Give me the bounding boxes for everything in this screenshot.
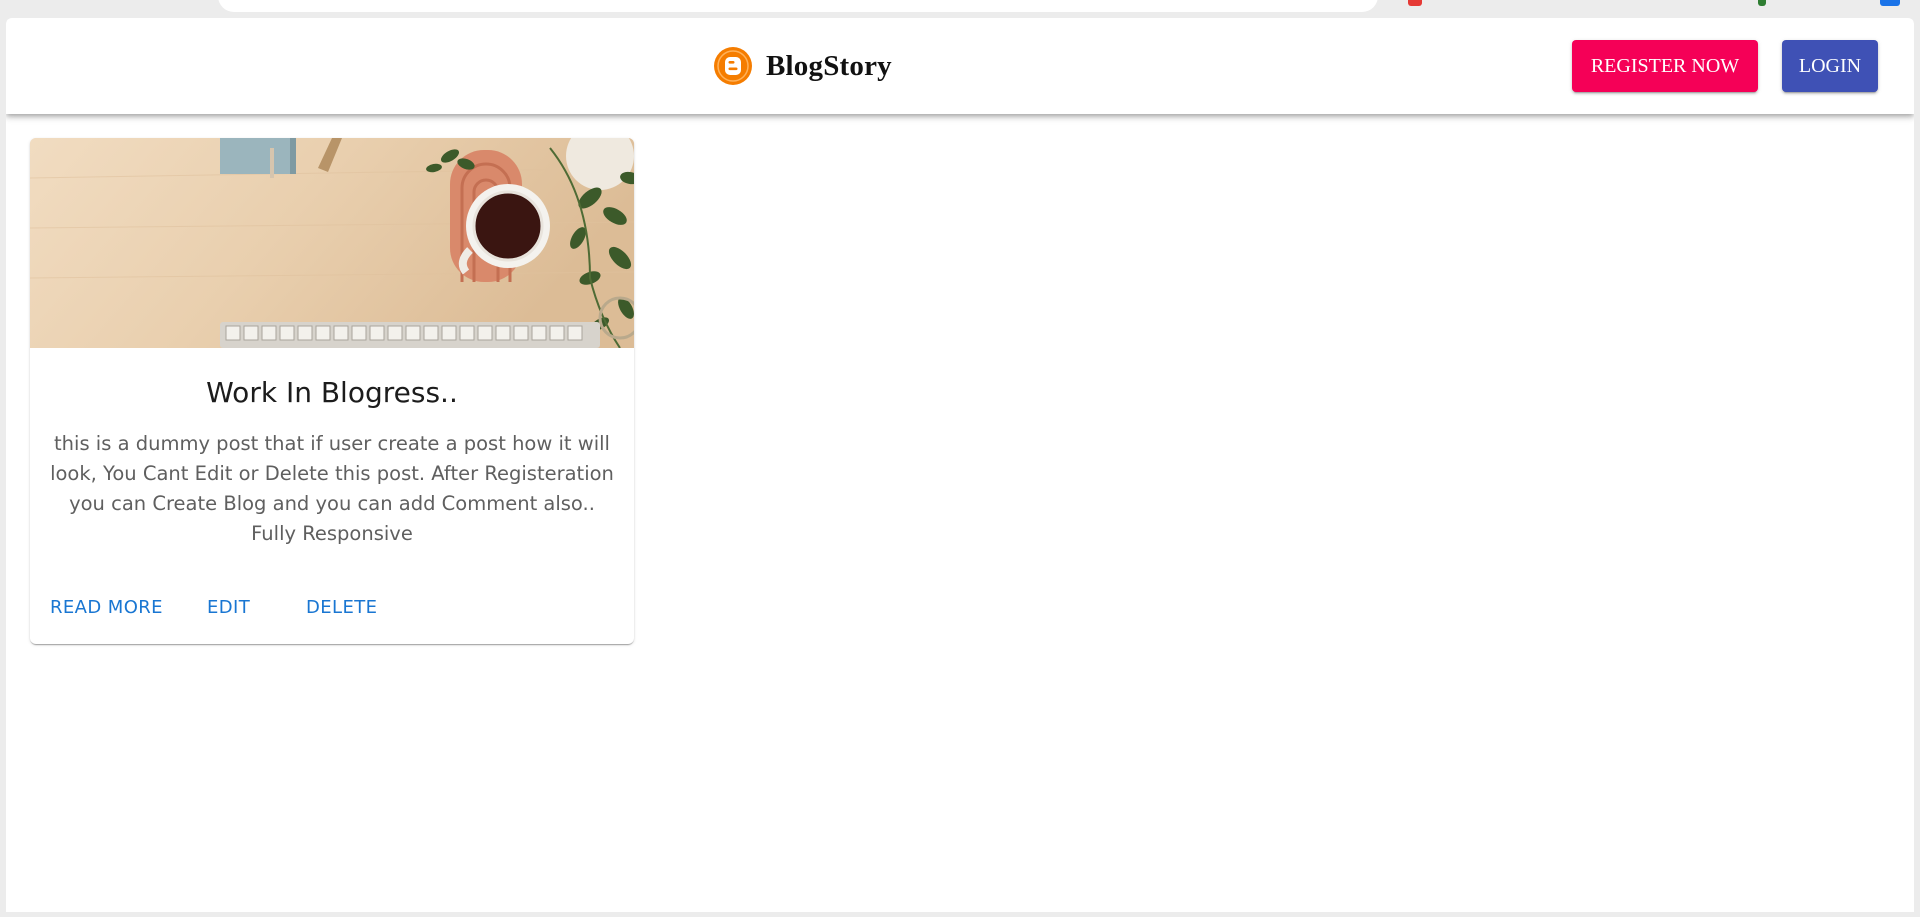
login-button[interactable]: LOGIN bbox=[1782, 40, 1878, 92]
extension-icon[interactable] bbox=[1758, 0, 1766, 6]
blogger-logo-icon bbox=[714, 47, 752, 85]
post-content: Work In Blogress.. this is a dummy post … bbox=[30, 348, 634, 549]
extension-icon[interactable] bbox=[1408, 0, 1422, 6]
brand[interactable]: BlogStory bbox=[714, 46, 892, 86]
post-image bbox=[30, 138, 634, 348]
post-body: this is a dummy post that if user create… bbox=[50, 432, 614, 545]
post-actions: READ MORE EDIT DELETE bbox=[30, 598, 634, 638]
register-now-button[interactable]: REGISTER NOW bbox=[1572, 40, 1758, 92]
browser-toolbar bbox=[0, 0, 1920, 18]
post-title: Work In Blogress.. bbox=[206, 376, 458, 409]
post-card: Work In Blogress.. this is a dummy post … bbox=[30, 138, 634, 644]
address-bar[interactable] bbox=[218, 0, 1378, 12]
read-more-button[interactable]: READ MORE bbox=[50, 598, 163, 618]
delete-button[interactable]: DELETE bbox=[306, 598, 377, 618]
profile-icon[interactable] bbox=[1880, 0, 1900, 6]
app-bar: BlogStory REGISTER NOW LOGIN bbox=[6, 18, 1914, 114]
brand-title: BlogStory bbox=[766, 49, 892, 82]
edit-button[interactable]: EDIT bbox=[207, 598, 250, 618]
page-viewport: BlogStory REGISTER NOW LOGIN Work In Blo… bbox=[6, 18, 1914, 912]
